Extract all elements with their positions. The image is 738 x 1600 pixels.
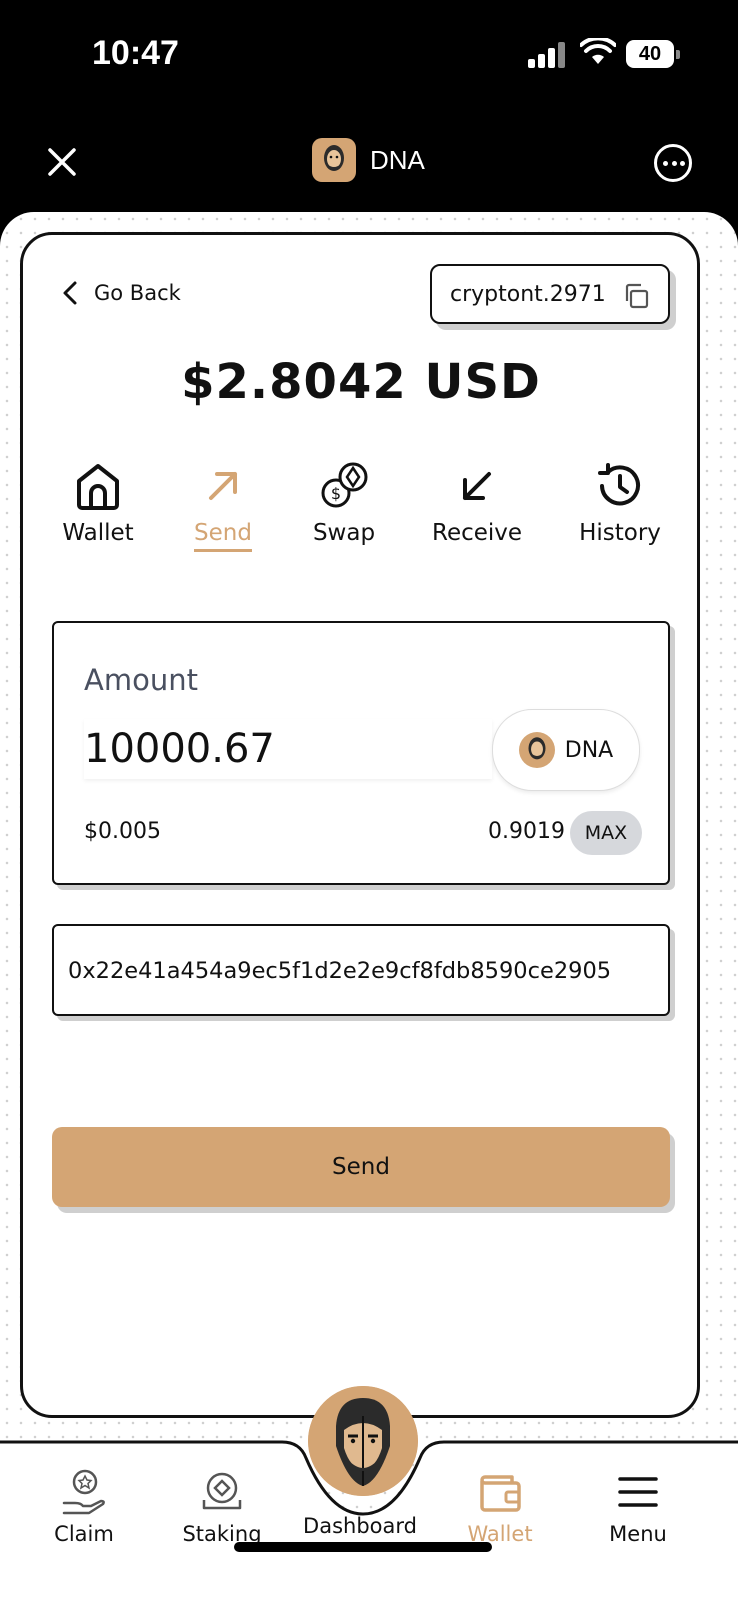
go-back-button[interactable]: Go Back (62, 280, 181, 306)
copy-icon[interactable] (622, 282, 650, 310)
tab-history-label: History (579, 520, 661, 546)
dna-logo-icon (312, 138, 356, 182)
nav-menu-label: Menu (609, 1522, 667, 1546)
more-options-icon[interactable] (654, 144, 692, 182)
avatar-logo (308, 1386, 418, 1496)
nav-staking[interactable]: Staking (162, 1462, 282, 1546)
hamburger-menu-icon (618, 1477, 658, 1507)
tab-send[interactable]: Send (188, 458, 258, 546)
cellular-signal-icon (528, 42, 568, 68)
history-icon (598, 463, 640, 506)
nav-dashboard-label[interactable]: Dashboard (300, 1514, 420, 1538)
svg-text:$: $ (331, 484, 341, 503)
status-bar: 10:47 40 (0, 0, 738, 110)
amount-input[interactable] (84, 719, 492, 779)
nav-claim-label: Claim (54, 1522, 114, 1546)
account-name: cryptont.2971 (450, 281, 606, 307)
header-title: DNA (370, 144, 425, 175)
app-header: DNA (0, 120, 738, 210)
close-icon[interactable] (42, 142, 82, 182)
header-title-group: DNA (312, 138, 425, 182)
amount-panel: Amount DNA $0.005 0.9019 MAX (52, 621, 670, 885)
tab-receive[interactable]: Receive (432, 458, 522, 546)
tab-history[interactable]: History (576, 458, 664, 546)
arrow-down-left-icon (463, 472, 491, 500)
staking-icon (202, 1472, 242, 1510)
home-icon (77, 464, 119, 510)
token-name: DNA (564, 737, 614, 763)
wifi-icon (580, 38, 616, 64)
battery-indicator: 40 (626, 40, 674, 68)
status-time: 10:47 (92, 34, 179, 72)
total-balance: $2.8042 USD (181, 354, 541, 410)
tab-send-label: Send (194, 520, 252, 546)
tab-receive-label: Receive (432, 520, 523, 546)
available-balance: 0.9019 (488, 819, 565, 844)
tab-wallet-label: Wallet (62, 520, 134, 546)
send-button[interactable]: Send (52, 1127, 670, 1207)
max-button[interactable]: MAX (570, 811, 642, 855)
usd-value: $0.005 (84, 819, 161, 844)
swap-coins-icon: $ (321, 462, 368, 508)
nav-wallet[interactable]: Wallet (440, 1462, 560, 1546)
dna-token-icon (518, 732, 555, 768)
claim-award-icon (62, 1469, 105, 1515)
go-back-label: Go Back (94, 281, 181, 305)
arrow-up-right-icon (209, 472, 237, 500)
tab-wallet[interactable]: Wallet (60, 458, 136, 546)
account-chip[interactable]: cryptont.2971 (430, 264, 670, 324)
nav-claim[interactable]: Claim (24, 1462, 144, 1546)
amount-label: Amount (84, 663, 198, 697)
nav-menu[interactable]: Menu (578, 1462, 698, 1546)
chevron-left-icon (63, 281, 77, 305)
recipient-panel (52, 924, 670, 1016)
recipient-address-input[interactable] (68, 950, 658, 992)
home-indicator (234, 1542, 492, 1552)
nav-dashboard-avatar[interactable] (308, 1386, 418, 1496)
active-tab-indicator (194, 549, 252, 552)
tab-swap-label: Swap (312, 520, 376, 546)
token-selector[interactable]: DNA (492, 709, 640, 791)
wallet-icon (480, 1475, 521, 1512)
battery-tip (676, 50, 680, 59)
tab-swap[interactable]: $ Swap (308, 458, 380, 546)
